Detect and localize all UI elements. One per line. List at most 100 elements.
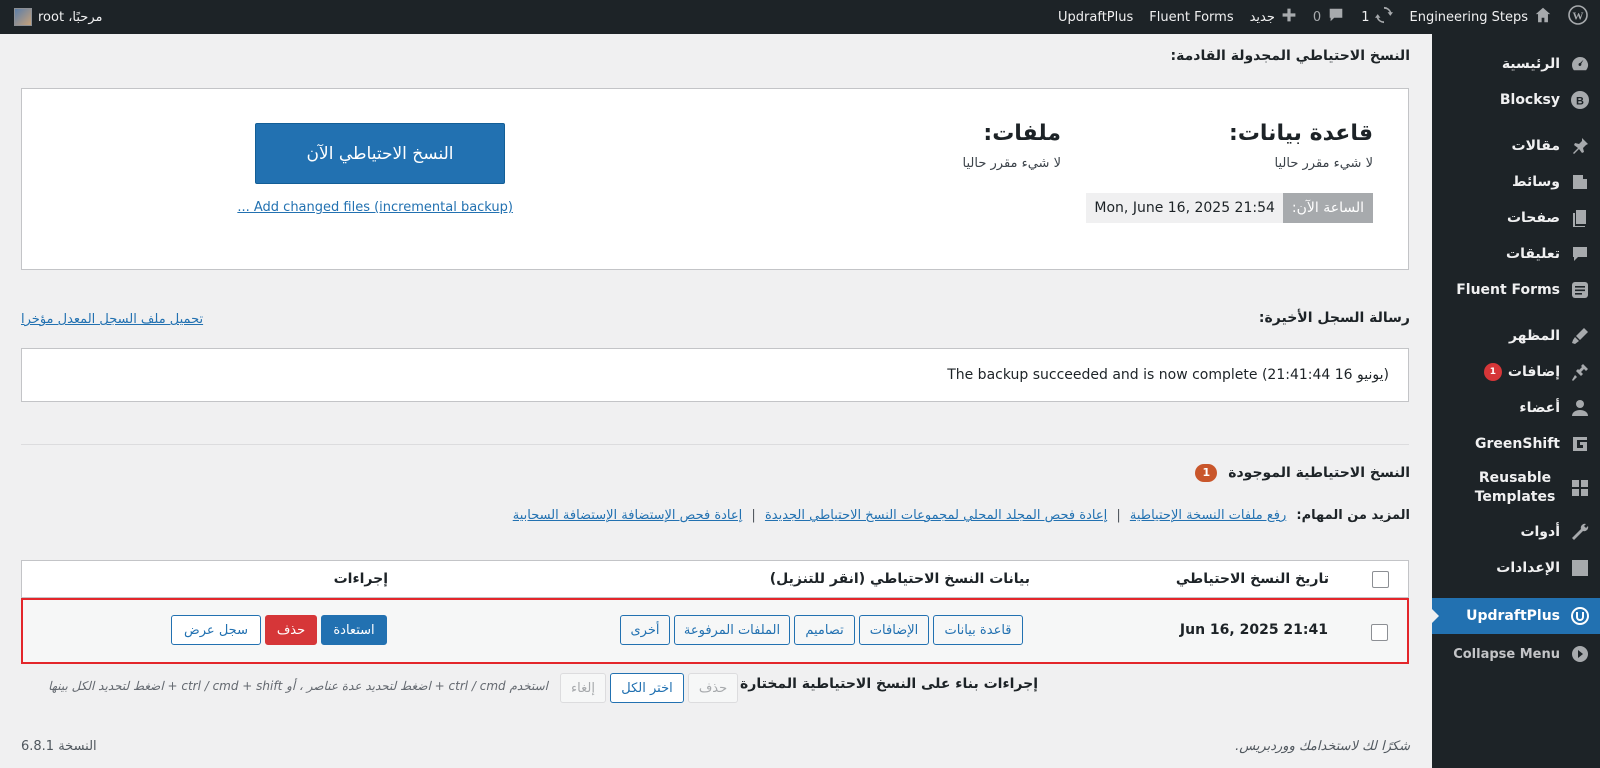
- svg-text:B: B: [1576, 96, 1584, 108]
- download-log-link[interactable]: تحميل ملف السجل المعدل مؤخرا: [21, 312, 203, 327]
- sidebar-item-tools[interactable]: أدوات: [1432, 514, 1600, 550]
- wordpress-icon: W: [1568, 5, 1588, 29]
- sidebar-item-blocksy[interactable]: B Blocksy: [1432, 82, 1600, 118]
- bulk-actions-bar: إجراءات بناء على النسخ الاحتياطية المختا…: [21, 664, 1045, 708]
- download-others-button[interactable]: أخرى: [620, 615, 670, 645]
- greeting-text: مرحبًا، root: [38, 9, 103, 25]
- collapse-menu-button[interactable]: Collapse Menu: [1432, 636, 1600, 672]
- section-divider: [21, 444, 1409, 445]
- pin-icon: [1570, 136, 1590, 156]
- separator: |: [1116, 508, 1121, 523]
- bulk-hint: استخدم ctrl / cmd + اضغط لتحديد عدة عناص…: [48, 679, 548, 693]
- download-uploads-button[interactable]: الملفات المرفوعة: [674, 615, 790, 645]
- home-icon: [1534, 6, 1552, 28]
- svg-text:W: W: [1573, 11, 1584, 23]
- plus-icon: [1281, 7, 1297, 27]
- files-schedule: ملفات: لا شيء مقرر حاليا: [963, 121, 1061, 171]
- site-name-link[interactable]: Engineering Steps: [1401, 0, 1560, 34]
- column-header-data: بيانات النسخ الاحتياطي (انقر للتنزيل): [769, 571, 1030, 587]
- sidebar-item-media[interactable]: وسائط: [1432, 164, 1600, 200]
- sidebar-item-settings[interactable]: الإعدادات: [1432, 550, 1600, 586]
- sidebar-item-fluent-forms[interactable]: Fluent Forms: [1432, 272, 1600, 308]
- database-heading: قاعدة بيانات:: [1229, 121, 1373, 146]
- updraftplus-icon: [1570, 606, 1590, 626]
- scheduled-backups-box: قاعدة بيانات: لا شيء مقرر حاليا ملفات: ل…: [21, 88, 1409, 270]
- footer-thanks: شكرًا لك لاستخدامك ووردبريس.: [1235, 739, 1410, 754]
- avatar: [14, 8, 32, 26]
- bulk-delete-button[interactable]: حذف: [688, 673, 738, 703]
- separator: |: [751, 508, 756, 523]
- rescan-local-folder-link[interactable]: إعادة فحص المجلد المحلي لمجموعات النسخ ا…: [765, 508, 1107, 523]
- download-database-button[interactable]: قاعدة بيانات: [933, 615, 1023, 645]
- new-label: جديد: [1249, 9, 1275, 25]
- sidebar-item-pages[interactable]: صفحات: [1432, 200, 1600, 236]
- database-schedule: قاعدة بيانات: لا شيء مقرر حاليا: [1229, 121, 1373, 171]
- sidebar-item-label: تعليقات: [1506, 246, 1560, 262]
- sidebar-item-users[interactable]: أعضاء: [1432, 390, 1600, 426]
- deselect-button[interactable]: إلغاء: [560, 673, 606, 703]
- sidebar-item-label: Blocksy: [1499, 92, 1560, 108]
- site-name: Engineering Steps: [1409, 9, 1528, 25]
- select-all-button[interactable]: اختر الكل: [610, 673, 684, 703]
- sidebar-item-dashboard[interactable]: الرئيسية: [1432, 46, 1600, 82]
- updraftplus-link[interactable]: UpdraftPlus: [1050, 0, 1141, 34]
- row-checkbox[interactable]: [1371, 624, 1388, 641]
- fluent-forms-link[interactable]: Fluent Forms: [1141, 0, 1241, 34]
- wordpress-logo-menu[interactable]: W: [1560, 0, 1600, 34]
- user-account-menu[interactable]: مرحبًا، root: [6, 0, 110, 34]
- footer-version: النسخة 6.8.1: [21, 739, 97, 754]
- sidebar-item-label-line2: Templates: [1474, 489, 1556, 505]
- collapse-icon: [1570, 644, 1590, 664]
- sidebar-item-greenshift[interactable]: GreenShift: [1432, 426, 1600, 462]
- existing-backups-title-text: النسخ الاحتياطية الموجودة: [1228, 465, 1410, 481]
- upload-backup-files-link[interactable]: رفع ملفات النسخة الإحتياطية: [1130, 508, 1286, 523]
- table-row: Jun 16, 2025 21:41 قاعدة بيانات الإضافات…: [21, 598, 1409, 664]
- current-time-label: الساعة الآن:: [1282, 193, 1373, 223]
- appearance-icon: [1570, 326, 1590, 346]
- sidebar-item-label-line1: Reusable: [1478, 470, 1552, 486]
- delete-button[interactable]: حذف: [265, 615, 317, 645]
- footer-thanks-text[interactable]: شكرًا لك لاستخدامك ووردبريس.: [1235, 739, 1410, 754]
- main-content: النسخ الاحتياطي المجدولة القادمة: قاعدة …: [0, 34, 1432, 768]
- last-log-message: The backup succeeded and is now complete…: [947, 367, 1389, 383]
- dashboard-icon: [1570, 54, 1590, 74]
- sidebar-item-appearance[interactable]: المظهر: [1432, 318, 1600, 354]
- plugins-update-badge: 1: [1483, 363, 1502, 381]
- sidebar-item-posts[interactable]: مقالات: [1432, 128, 1600, 164]
- comments-icon: [1570, 244, 1590, 264]
- sidebar-item-reusable-templates[interactable]: Reusable Templates: [1432, 462, 1600, 514]
- updates-link[interactable]: 1: [1353, 0, 1401, 34]
- select-all-checkbox[interactable]: [1372, 571, 1389, 588]
- current-time: الساعة الآن: Mon, June 16, 2025 21:54: [1086, 193, 1373, 223]
- sidebar-item-updraftplus[interactable]: UpdraftPlus: [1431, 598, 1600, 634]
- users-icon: [1570, 398, 1590, 418]
- admin-sidebar: الرئيسية B Blocksy مقالات وسائط صفحات تع…: [1431, 34, 1600, 768]
- rescan-remote-storage-link[interactable]: إعادة فحص الإستضافة الإستضافة السحابية: [513, 508, 743, 523]
- database-status: لا شيء مقرر حاليا: [1274, 156, 1373, 171]
- fluent-forms-icon: [1570, 280, 1590, 300]
- sidebar-item-label: Fluent Forms: [1456, 282, 1560, 298]
- download-themes-button[interactable]: تصاميم: [794, 615, 855, 645]
- sidebar-item-comments[interactable]: تعليقات: [1432, 236, 1600, 272]
- download-plugins-button[interactable]: الإضافات: [859, 615, 929, 645]
- restore-button[interactable]: استعادة: [321, 615, 387, 645]
- updraftplus-label: UpdraftPlus: [1058, 9, 1134, 25]
- incremental-backup-link[interactable]: ... Add changed files (incremental backu…: [237, 200, 513, 215]
- sidebar-item-label: UpdraftPlus: [1466, 608, 1560, 624]
- backup-now-button[interactable]: النسخ الاحتياطي الآن: [255, 123, 505, 184]
- more-tasks: المزيد من المهام: رفع ملفات النسخة الإحت…: [513, 508, 1410, 523]
- sidebar-item-label: الرئيسية: [1501, 56, 1560, 72]
- settings-icon: [1570, 558, 1590, 578]
- comments-link[interactable]: 0: [1305, 0, 1353, 34]
- templates-icon: [1570, 478, 1590, 498]
- blocksy-icon: B: [1570, 90, 1590, 110]
- new-content-link[interactable]: جديد: [1242, 0, 1305, 34]
- sidebar-item-plugins[interactable]: إضافات 1: [1432, 354, 1600, 390]
- tools-icon: [1570, 522, 1590, 542]
- files-heading: ملفات:: [983, 121, 1061, 146]
- backup-date: Jun 16, 2025 21:41: [1179, 622, 1328, 638]
- existing-backups-table: تاريخ النسخ الاحتياطي بيانات النسخ الاحت…: [21, 560, 1409, 664]
- sidebar-item-label: إضافات: [1507, 364, 1560, 380]
- plugins-icon: [1570, 362, 1590, 382]
- view-log-button[interactable]: سجل عرض: [171, 615, 261, 645]
